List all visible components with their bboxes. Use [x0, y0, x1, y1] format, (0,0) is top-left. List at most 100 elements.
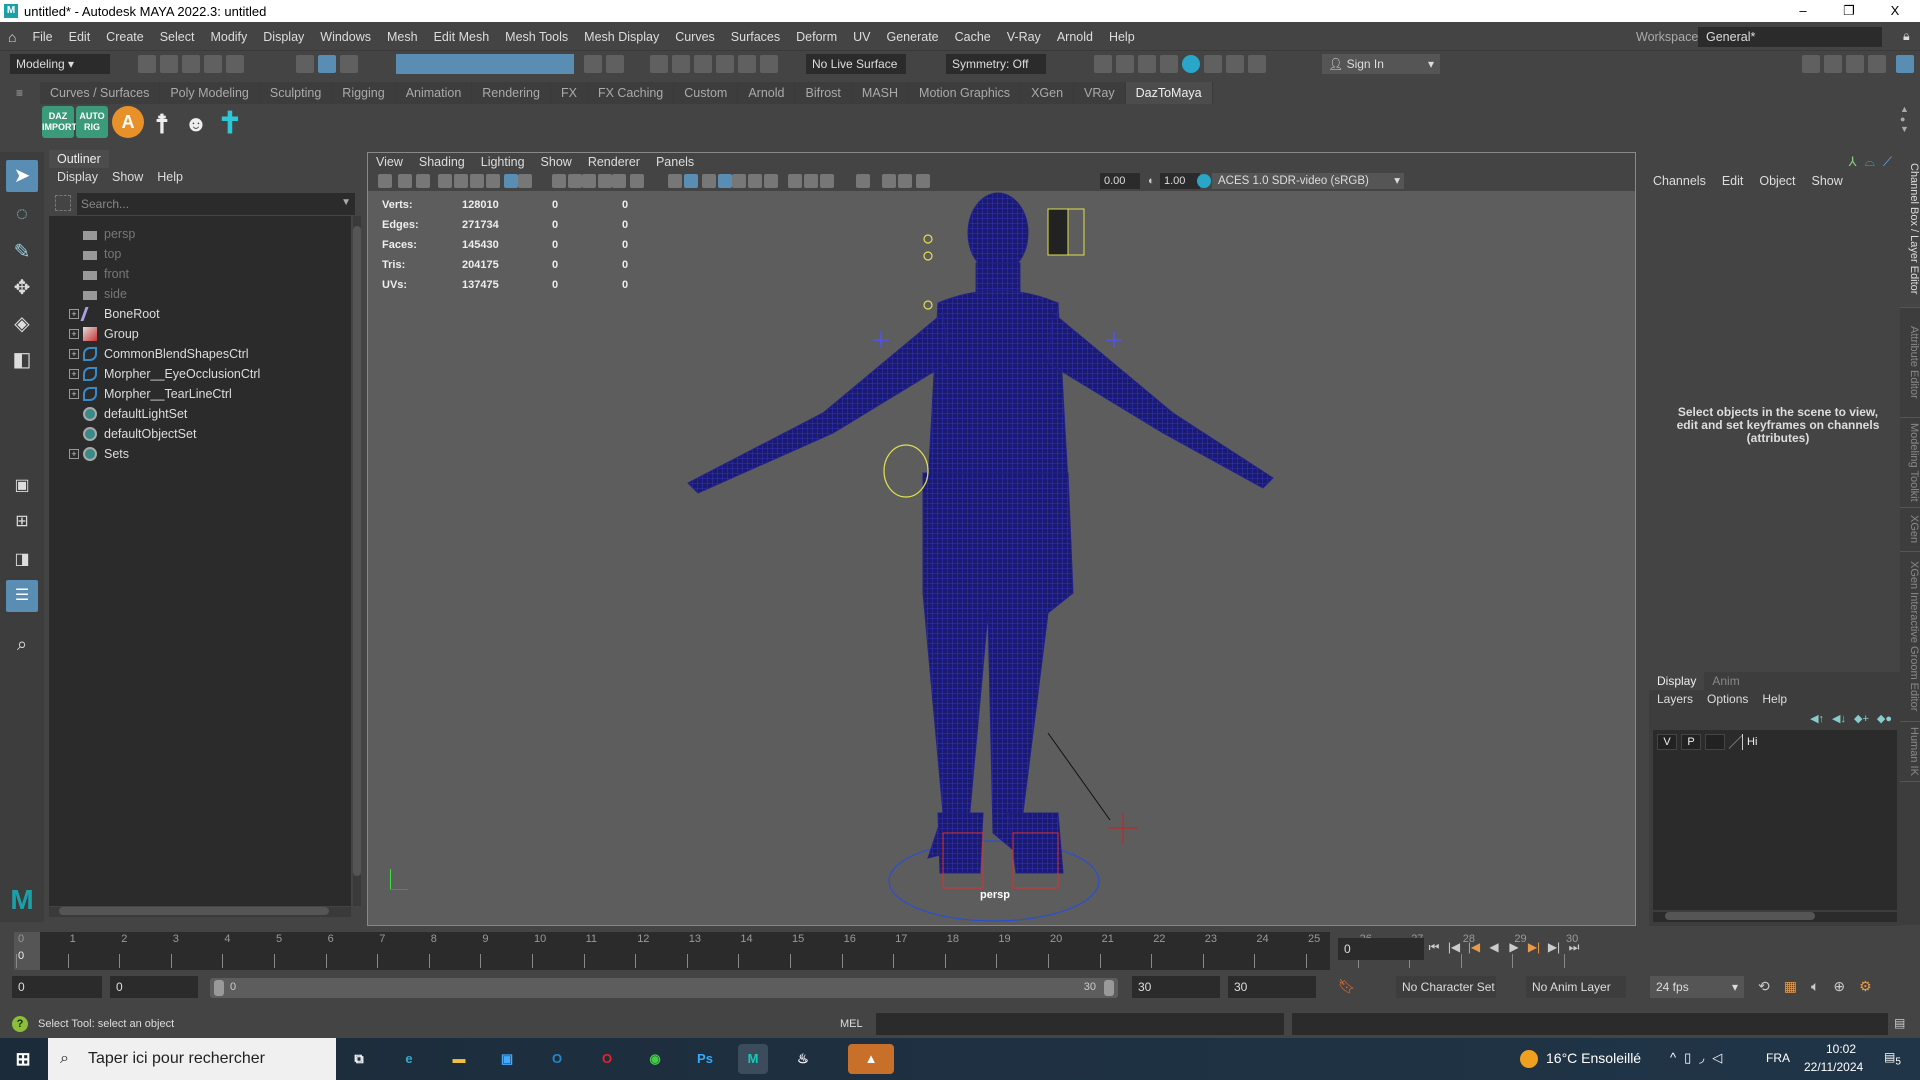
script-language-toggle[interactable]: MEL — [840, 1018, 863, 1030]
softmod-icon[interactable] — [738, 55, 756, 73]
light-editor-icon[interactable] — [1226, 55, 1244, 73]
viewport-panel[interactable]: View Shading Lighting Show Renderer Panels 0.… — [367, 152, 1636, 926]
restore-button[interactable]: ❐ — [1826, 0, 1872, 22]
range-start-handle[interactable] — [214, 980, 224, 996]
time-slider[interactable]: 0 0 1 2 3 4 5 6 7 8 9 10 11 12 13 14 15 16 17 18 19 20 21 22 23… — [14, 932, 1578, 970]
outliner-item[interactable]: + Group — [49, 324, 349, 344]
skeleton-icon[interactable]: ☨ — [146, 106, 178, 138]
select-component-icon[interactable] — [340, 55, 358, 73]
outliner-item[interactable]: + Morpher__TearLineCtrl — [49, 384, 349, 404]
layer-color-swatch[interactable] — [1729, 734, 1743, 750]
notification-center-icon[interactable]: ▤5 — [1884, 1050, 1901, 1067]
ipr-render-icon[interactable] — [1138, 55, 1156, 73]
end-time-field[interactable]: 30 — [1228, 976, 1316, 998]
character-mesh[interactable] — [368, 153, 1637, 927]
history-icon[interactable] — [650, 55, 668, 73]
shelf-tab-custom[interactable]: Custom — [674, 82, 739, 104]
menu-uv[interactable]: UV — [845, 30, 878, 44]
shelf-tab-rendering[interactable]: Rendering — [472, 82, 551, 104]
side-tab-xgen[interactable]: XGen — [1900, 508, 1920, 552]
tray-icons[interactable]: ^▯◞◁ — [1670, 1050, 1730, 1066]
shelf-tab-mash[interactable]: MASH — [851, 82, 910, 104]
shelf-tab-daztomaya[interactable]: DazToMaya — [1125, 82, 1213, 104]
layer-row[interactable]: V P Hi — [1657, 734, 1757, 750]
start-time-field[interactable]: 0 — [12, 976, 102, 998]
human-ik-icon[interactable] — [1824, 55, 1842, 73]
opera-icon[interactable]: O — [592, 1044, 622, 1074]
layer-tab-display[interactable]: Display — [1649, 672, 1705, 690]
sound-icon[interactable]: 🔈︎ — [1811, 978, 1819, 995]
output-ops-icon[interactable] — [716, 55, 734, 73]
persp-outliner-layout-icon[interactable]: ◨ — [6, 544, 38, 576]
shelf-tab-arnold[interactable]: Arnold — [738, 82, 796, 104]
go-to-end-button[interactable]: ⏭ — [1564, 940, 1584, 955]
outliner-item[interactable]: + BoneRoot — [49, 304, 349, 324]
menu-surfaces[interactable]: Surfaces — [723, 30, 788, 44]
menu-create[interactable]: Create — [98, 30, 152, 44]
outliner-vscroll[interactable] — [353, 216, 361, 906]
expand-toggle[interactable]: + — [69, 369, 79, 379]
outliner-item[interactable]: + Sets — [49, 444, 349, 464]
menu-generate[interactable]: Generate — [879, 30, 947, 44]
tool-settings-icon[interactable] — [1868, 55, 1886, 73]
anim-layer-dropdown[interactable]: No Anim Layer — [1526, 976, 1626, 998]
menu-curves[interactable]: Curves — [667, 30, 723, 44]
task-view-icon[interactable]: ⧉ — [344, 1044, 374, 1074]
menu-edit[interactable]: Edit — [61, 30, 99, 44]
outliner-item[interactable]: front — [49, 264, 349, 284]
shelf-tab-poly-modeling[interactable]: Poly Modeling — [160, 82, 260, 104]
step-back-key-button[interactable]: |◀ — [1464, 940, 1484, 954]
expand-toggle[interactable]: + — [69, 389, 79, 399]
shelf-menu-icon[interactable]: ≡ — [16, 86, 23, 100]
windows-start-icon[interactable]: ⊞ — [8, 1044, 38, 1074]
single-view-icon[interactable]: ▣ — [6, 470, 38, 502]
side-tab-attribute-editor[interactable]: Attribute Editor — [1900, 308, 1920, 418]
expand-toggle[interactable]: + — [69, 329, 79, 339]
weather-text[interactable]: 16°C Ensoleillé — [1546, 1050, 1641, 1066]
curve-icon[interactable] — [760, 55, 778, 73]
graph-editor-icon[interactable]: ⟋ — [1883, 154, 1892, 170]
layer-menu-layers[interactable]: Layers — [1657, 692, 1693, 706]
menu-modify[interactable]: Modify — [202, 30, 255, 44]
rotate-tool-icon[interactable]: ◈ — [6, 308, 38, 340]
outliner-layout-icon[interactable]: ☰ — [6, 580, 38, 612]
maya-taskbar-icon[interactable]: M — [738, 1044, 768, 1074]
menu-file[interactable]: File — [24, 30, 60, 44]
snap-toolbar[interactable] — [396, 54, 574, 74]
taskbar-search-input[interactable]: ⌕ Taper ici pour rechercher — [48, 1038, 336, 1080]
channel-box-menu-edit[interactable]: Edit — [1722, 174, 1744, 188]
character-set-dropdown[interactable]: No Character Set — [1396, 976, 1496, 998]
minimize-button[interactable]: – — [1780, 0, 1826, 22]
menu-display[interactable]: Display — [255, 30, 312, 44]
scale-tool-icon[interactable]: ◧ — [6, 344, 38, 376]
move-layer-up-icon[interactable]: ◀↑ — [1810, 712, 1824, 725]
go-to-start-button[interactable]: ⏮ — [1424, 940, 1444, 955]
menu-deform[interactable]: Deform — [788, 30, 845, 44]
edge-icon[interactable]: e — [394, 1044, 424, 1074]
shelf-tab-fx-caching[interactable]: FX Caching — [587, 82, 675, 104]
move-layer-down-icon[interactable]: ◀↓ — [1832, 712, 1846, 725]
anim-end-field[interactable]: 30 — [1132, 976, 1220, 998]
redo-icon[interactable] — [226, 55, 244, 73]
layer-menu-help[interactable]: Help — [1762, 692, 1787, 706]
current-time-field[interactable]: 0 — [1338, 938, 1424, 960]
menu-windows[interactable]: Windows — [312, 30, 379, 44]
side-tab-human-ik[interactable]: Human IK — [1900, 722, 1920, 782]
render-view-icon[interactable] — [1094, 55, 1112, 73]
clock-date[interactable]: 22/11/2024 — [1804, 1060, 1863, 1074]
outlook-icon[interactable]: O — [542, 1044, 572, 1074]
steam-icon[interactable]: ♨ — [788, 1044, 818, 1074]
shelf-tab-xgen[interactable]: XGen — [1021, 82, 1075, 104]
menu-mesh-tools[interactable]: Mesh Tools — [497, 30, 576, 44]
render-settings-icon[interactable] — [1160, 55, 1178, 73]
shelf-tab-rigging[interactable]: Rigging — [332, 82, 396, 104]
outliner-item[interactable]: defaultObjectSet — [49, 424, 349, 444]
expand-toggle[interactable]: + — [69, 309, 79, 319]
side-tab-channel-box-layer-editor[interactable]: Channel Box / Layer Editor — [1900, 150, 1920, 308]
hypershade-icon[interactable] — [1182, 55, 1200, 73]
render-frame-icon[interactable] — [1116, 55, 1134, 73]
store-icon[interactable]: ▣ — [492, 1044, 522, 1074]
channel-box-icon[interactable] — [1896, 55, 1914, 73]
chevron-down-icon[interactable]: ▼ — [341, 197, 351, 208]
sign-in-dropdown[interactable]: 👤︎ Sign In ▾ — [1322, 54, 1440, 74]
